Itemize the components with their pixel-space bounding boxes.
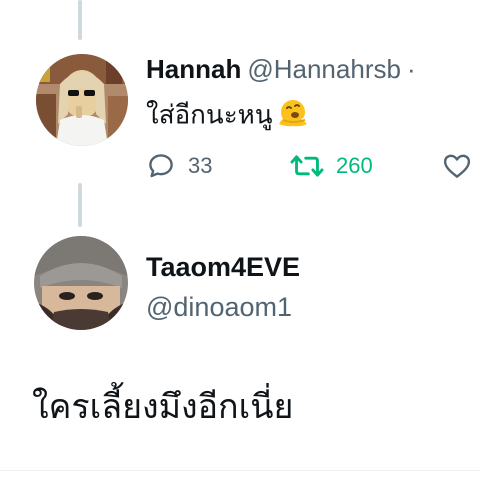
thread-line-connector [78,183,82,227]
retweet-count: 260 [336,153,373,178]
reply-header: Hannah @Hannahrsb · [146,52,416,86]
retweet-button[interactable]: 260 [290,148,373,184]
tweet-author-name[interactable]: Taaom4EVE [146,250,300,284]
heart-icon [442,151,472,181]
tweet-author-handle[interactable]: @dinoaom1 [146,290,292,324]
retweet-icon [290,151,324,181]
like-button[interactable] [442,148,472,184]
divider [0,470,481,471]
reply-count: 33 [188,153,213,178]
reply-comment-button[interactable]: 33 [146,148,212,184]
reply-author-name[interactable]: Hannah [146,54,241,84]
tweet-text: ใครเลี้ยงมึงอีกเนี่ย [32,388,294,426]
header-separator: · [406,54,416,84]
thread-line-top [78,0,82,40]
reply-author-avatar[interactable] [36,54,128,146]
melting-face-icon [275,94,311,139]
reply-text: ใส่อีกนะหนู [146,94,311,139]
comment-icon [146,151,176,181]
tweet-author-avatar[interactable] [34,236,128,330]
reply-author-handle[interactable]: @Hannahrsb [247,54,401,84]
reply-text-content: ใส่อีกนะหนู [146,99,273,130]
